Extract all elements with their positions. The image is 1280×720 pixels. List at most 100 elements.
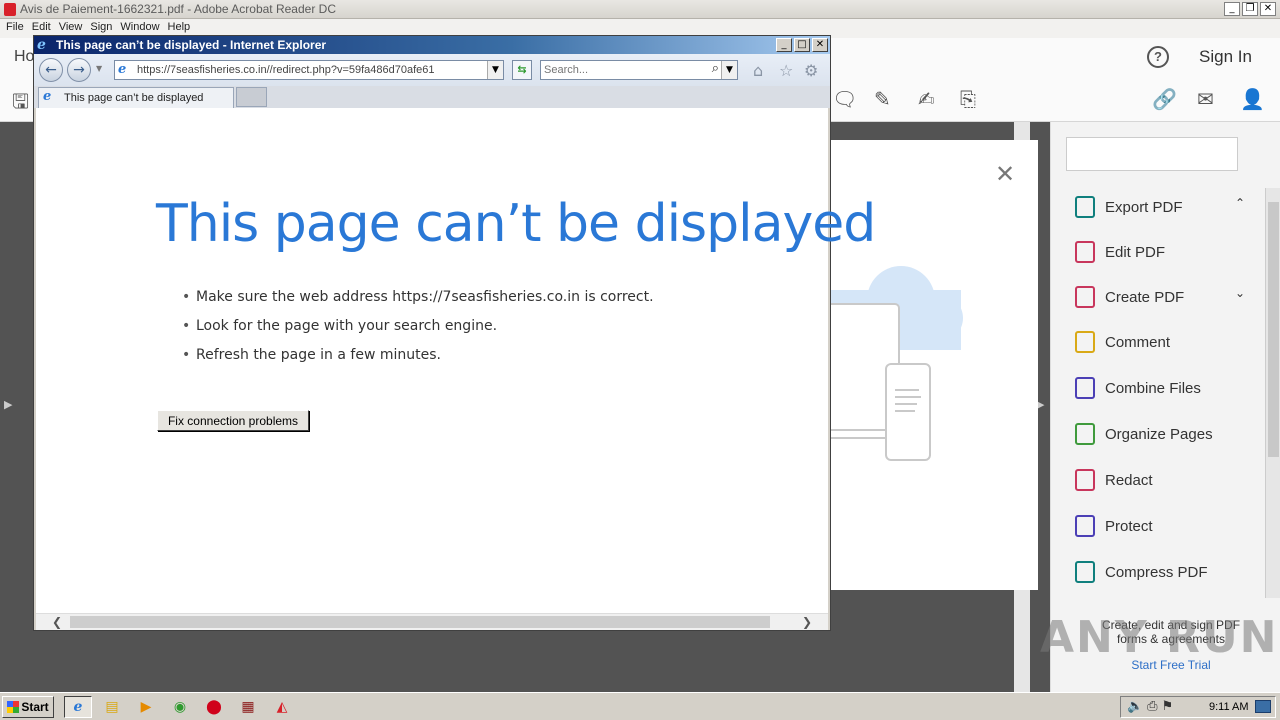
taskbar-ie-icon[interactable]: e [64, 696, 92, 718]
suggestion-item: Look for the page with your search engin… [182, 318, 654, 347]
ie-window: e This page can’t be displayed - Interne… [33, 35, 876, 631]
home-tab[interactable]: Ho [14, 48, 34, 66]
tool-export-pdf[interactable]: Export PDF ⌃ [1075, 194, 1245, 220]
tool-create-pdf[interactable]: Create PDF ⌄ [1075, 284, 1245, 310]
tool-organize-pages[interactable]: Organize Pages [1075, 421, 1213, 447]
favorites-star-icon[interactable]: ☆ [779, 61, 793, 80]
taskbar-media-player-icon[interactable]: ▶ [132, 696, 160, 718]
address-bar[interactable]: e https://7seasfisheries.co.in//redirect… [114, 60, 504, 80]
add-user-icon[interactable]: 👤 [1240, 87, 1265, 111]
tool-label: Comment [1105, 333, 1171, 351]
fix-connection-button[interactable]: Fix connection problems [157, 410, 309, 431]
refresh-icon[interactable]: ⇆ [512, 60, 532, 80]
protect-icon [1075, 515, 1095, 537]
card-close-icon[interactable]: ✕ [995, 160, 1015, 188]
suggestion-item: Refresh the page in a few minutes. [182, 347, 654, 376]
ie-titlebar: e This page can’t be displayed - Interne… [34, 36, 830, 54]
error-suggestions: Make sure the web address https://7seasf… [182, 289, 654, 376]
tool-compress-pdf[interactable]: Compress PDF [1075, 559, 1208, 585]
tab-ie-icon: e [43, 89, 52, 104]
redact-icon [1075, 469, 1095, 491]
taskbar-chrome-icon[interactable]: ◉ [166, 696, 194, 718]
help-icon[interactable]: ? [1147, 46, 1169, 68]
comment-tool-icon[interactable]: 🗨 [832, 87, 857, 111]
tab-error-page[interactable]: e This page can’t be displayed ✕ [38, 87, 257, 108]
acrobat-app-icon [4, 3, 16, 16]
acrobat-minimize-button[interactable]: _ [1224, 2, 1240, 16]
ie-minimize-button[interactable]: _ [776, 38, 792, 52]
left-panel-toggle-icon[interactable]: ▶ [4, 398, 12, 411]
start-label: Start [21, 700, 49, 714]
new-tab-button[interactable] [236, 87, 267, 107]
tool-protect[interactable]: Protect [1075, 513, 1153, 539]
home-icon[interactable]: ⌂ [753, 61, 763, 80]
chevron-up-icon[interactable]: ⌃ [1235, 196, 1245, 210]
create-pdf-icon [1075, 286, 1095, 308]
taskbar-winrar-icon[interactable]: ▦ [234, 696, 262, 718]
email-icon[interactable]: ✉ [1197, 87, 1214, 111]
acrobat-restore-button[interactable]: ❐ [1242, 2, 1258, 16]
ie-horizontal-scrollbar[interactable]: ❮ ❯ [36, 613, 828, 630]
show-desktop-icon[interactable] [1255, 700, 1271, 713]
tools-scroll-thumb[interactable] [1268, 202, 1279, 457]
taskbar-explorer-icon[interactable]: ▤ [98, 696, 126, 718]
combine-files-icon [1075, 377, 1095, 399]
chevron-down-icon[interactable]: ⌄ [1235, 286, 1245, 300]
start-button[interactable]: Start [2, 696, 54, 718]
tool-label: Export PDF [1105, 198, 1183, 216]
address-ie-icon: e [118, 62, 127, 77]
acrobat-titlebar: Avis de Paiement-1662321.pdf - Adobe Acr… [0, 0, 1280, 19]
ie-maximize-button[interactable]: □ [794, 38, 810, 52]
ie-scroll-thumb[interactable] [70, 616, 770, 628]
cloud-devices-illustration [831, 266, 963, 461]
ie-window-title: This page can’t be displayed - Internet … [56, 38, 327, 52]
search-input[interactable] [544, 63, 704, 77]
address-url[interactable]: https://7seasfisheries.co.in//redirect.p… [137, 64, 435, 76]
taskbar-opera-icon[interactable]: ⬤ [200, 696, 228, 718]
edit-tool-icon[interactable]: ⎘ [960, 87, 976, 111]
tools-search-input[interactable] [1066, 137, 1238, 171]
tool-label: Organize Pages [1105, 425, 1213, 443]
tools-gear-icon[interactable]: ⚙ [804, 61, 818, 80]
error-heading: This page can’t be displayed [156, 194, 876, 254]
history-dropdown-icon[interactable]: ▼ [96, 64, 102, 73]
link-icon[interactable]: 🔗 [1152, 87, 1177, 111]
menu-file[interactable]: File [4, 19, 30, 38]
forward-arrow-icon[interactable]: → [67, 58, 91, 82]
scroll-right-icon[interactable]: ❯ [802, 615, 812, 629]
search-dropdown-icon[interactable]: ▼ [721, 61, 737, 79]
acrobat-close-button[interactable]: ✕ [1260, 2, 1276, 16]
address-dropdown-icon[interactable]: ▼ [487, 61, 503, 79]
search-box[interactable]: ⌕ ▼ [540, 60, 738, 80]
ie-navigation-bar: ← → ▼ e https://7seasfisheries.co.in//re… [34, 54, 830, 86]
tool-label: Compress PDF [1105, 563, 1208, 581]
tool-label: Combine Files [1105, 379, 1201, 397]
scroll-left-icon[interactable]: ❮ [52, 615, 62, 629]
tool-edit-pdf[interactable]: Edit PDF [1075, 239, 1165, 265]
ie-close-button[interactable]: ✕ [812, 38, 828, 52]
search-icon[interactable]: ⌕ [712, 61, 719, 76]
comment-icon [1075, 331, 1095, 353]
tool-comment[interactable]: Comment [1075, 329, 1170, 355]
anyrun-watermark: ANY RUN [1040, 612, 1279, 663]
save-icon[interactable]: 🖫 [12, 87, 29, 121]
tool-redact[interactable]: Redact [1075, 467, 1153, 493]
highlight-icon[interactable]: ✎ [874, 87, 891, 111]
sign-in-button[interactable]: Sign In [1199, 47, 1252, 67]
tool-label: Create PDF [1105, 288, 1185, 306]
export-pdf-icon [1075, 196, 1095, 218]
back-arrow-icon[interactable]: ← [39, 58, 63, 82]
tool-label: Edit PDF [1105, 243, 1166, 261]
organize-pages-icon [1075, 423, 1095, 445]
fill-sign-icon[interactable]: ✍ [918, 87, 935, 111]
tools-pane-scrollbar[interactable] [1265, 188, 1280, 598]
windows-flag-icon [7, 701, 20, 713]
tool-combine-files[interactable]: Combine Files [1075, 375, 1201, 401]
ie-window-controls: _ □ ✕ [776, 38, 828, 52]
acrobat-window-title: Avis de Paiement-1662321.pdf - Adobe Acr… [20, 2, 336, 16]
system-tray: 🔈⎙⚑ 9:11 AM [1120, 696, 1276, 718]
ie-tab-strip: e This page can’t be displayed ✕ [34, 86, 830, 108]
tray-icons[interactable]: 🔈⎙⚑ [1127, 699, 1177, 714]
taskbar-acrobat-icon[interactable]: ◭ [268, 696, 296, 718]
taskbar: Start e ▤ ▶ ◉ ⬤ ▦ ◭ 🔈⎙⚑ 9:11 AM [0, 692, 1280, 720]
